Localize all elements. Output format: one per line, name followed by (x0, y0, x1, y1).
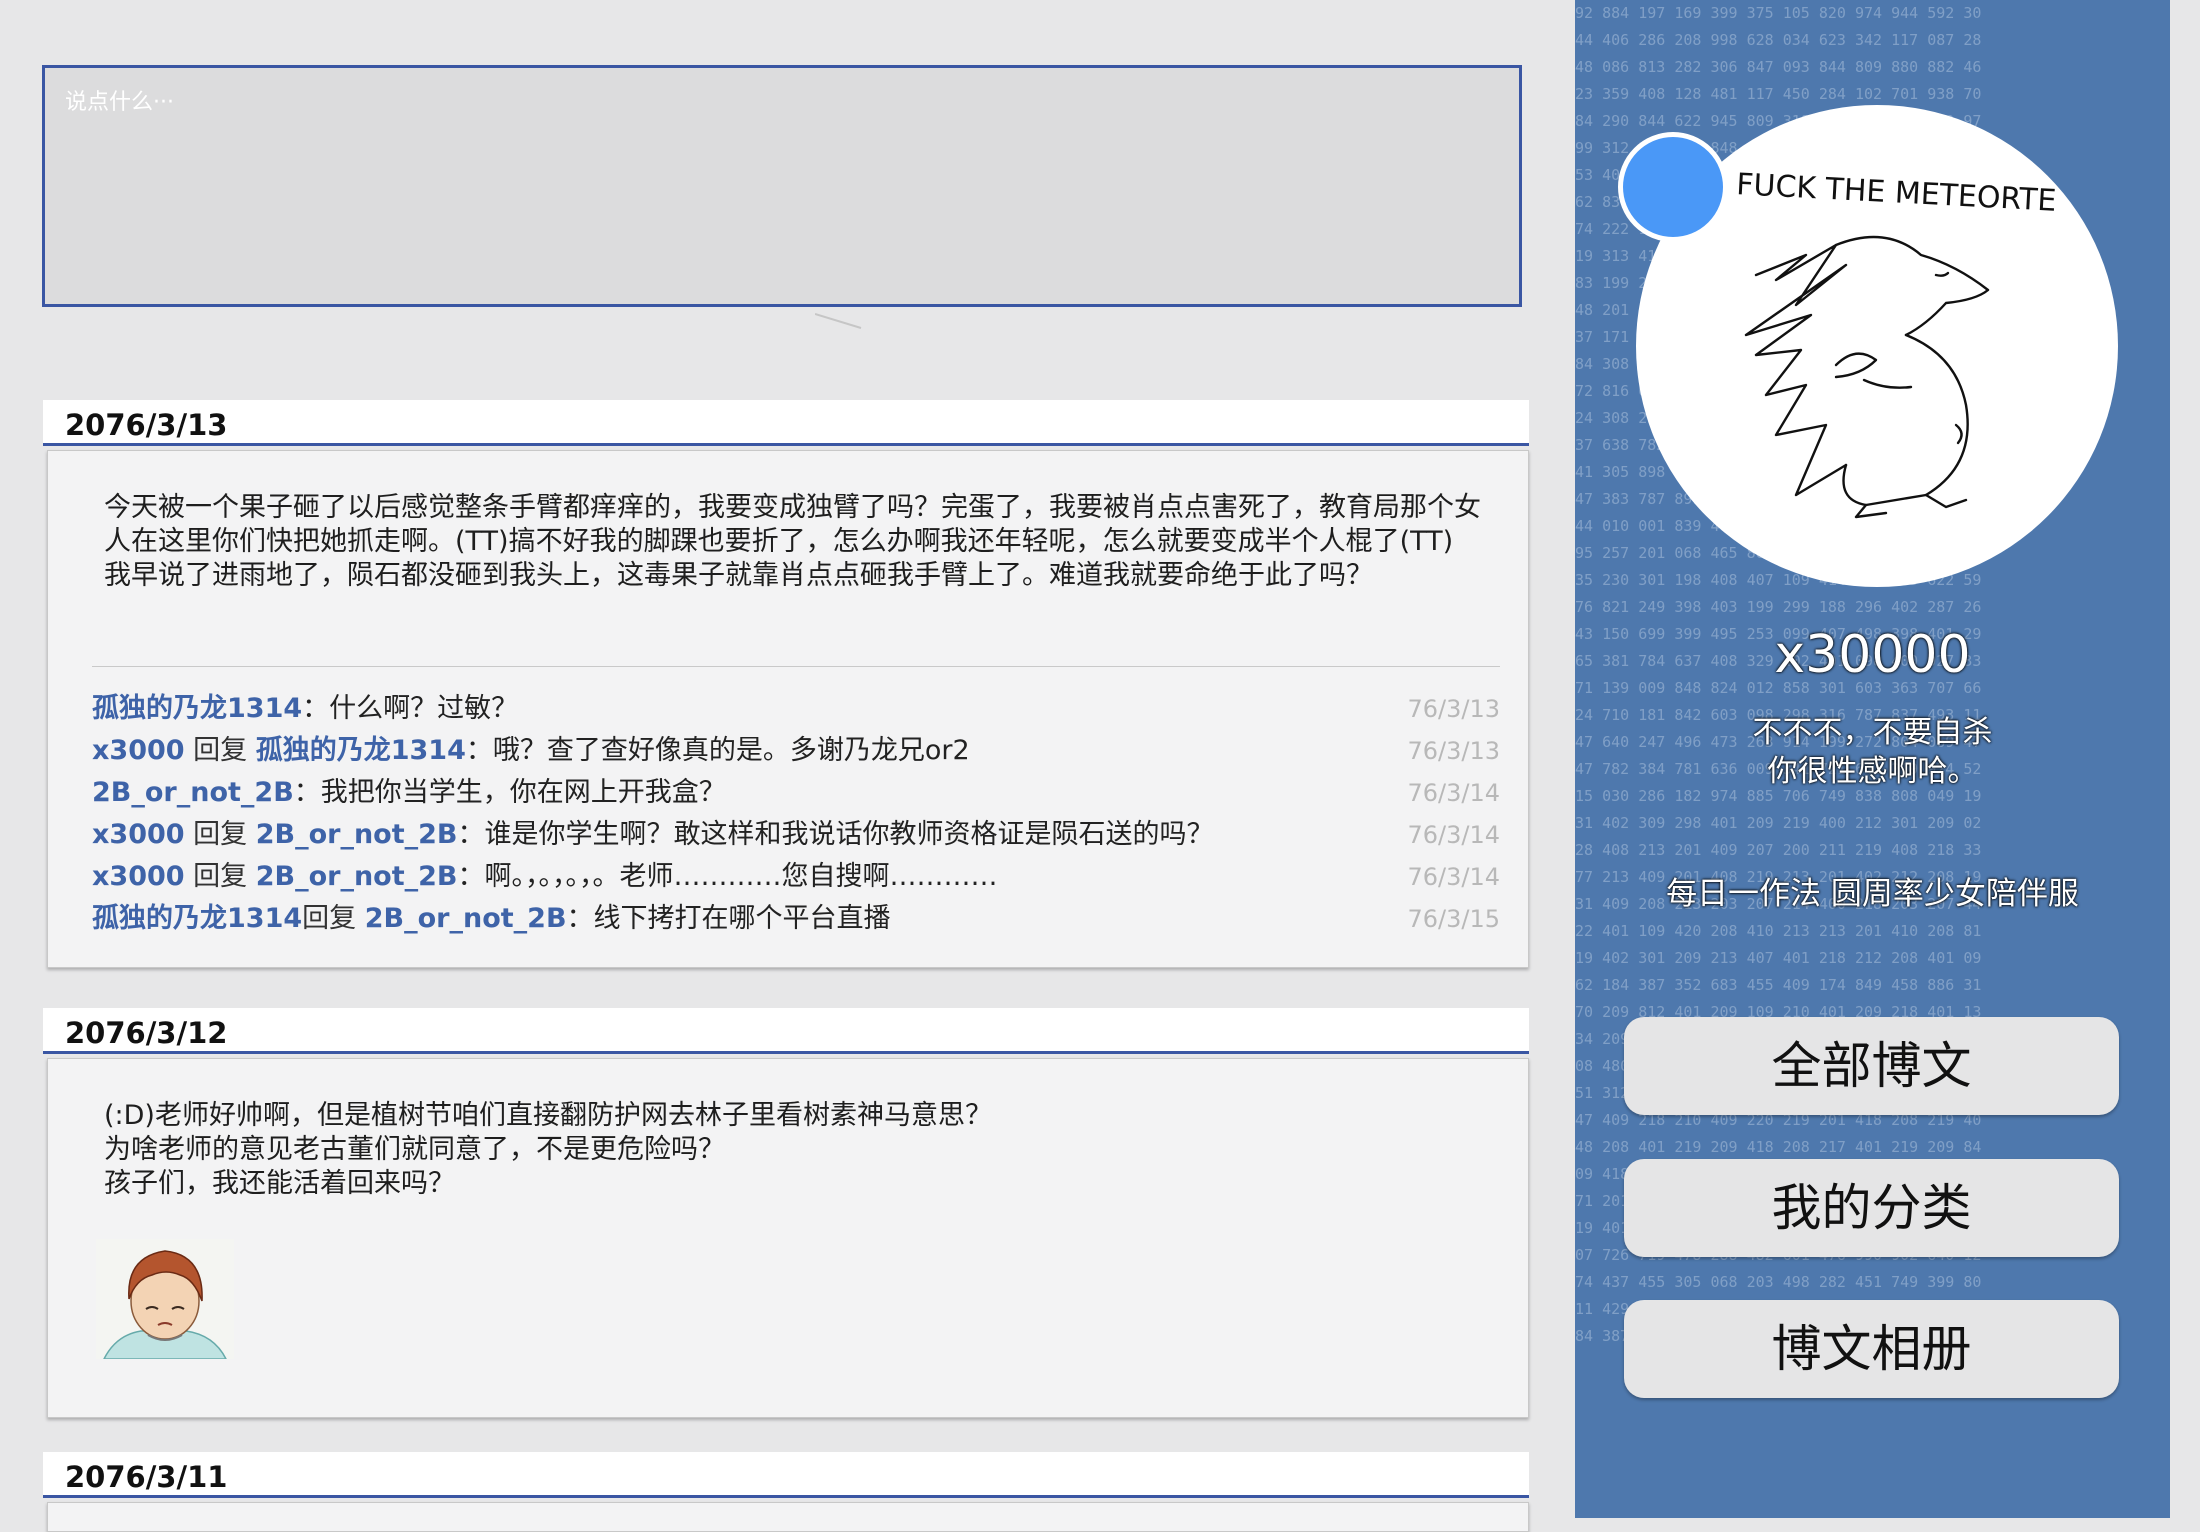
reply-label: 回复 (184, 819, 256, 850)
comment-date: 76/3/15 (1407, 905, 1500, 933)
reply-label: 回复 (184, 735, 256, 766)
profile-username: x30000 (1774, 625, 1971, 685)
comment-text: ：线下拷打在哪个平台直播 (566, 903, 891, 934)
entry-body: (:D)老师好帅啊，但是植树节咱们直接翻防护网去林子里看树素神马意思？ 为啥老师… (47, 1058, 1529, 1418)
comment-date: 76/3/14 (1407, 821, 1500, 849)
comment-item: 孤独的乃龙1314：什么啊？过敏？ 76/3/13 (92, 688, 1500, 730)
profile-tagline: 每日一作法 圆周率少女陪伴服 (1666, 876, 2079, 912)
entry-text: (:D)老师好帅啊，但是植树节咱们直接翻防护网去林子里看树素神马意思？ 为啥老师… (104, 1099, 1484, 1201)
comments-divider (92, 666, 1500, 667)
entry-body: 今天被一个果子砸了以后感觉整条手臂都痒痒的，我要变成独臂了吗？完蛋了，我要被肖点… (47, 450, 1529, 968)
entry-body (47, 1502, 1529, 1532)
nav-categories-button[interactable]: 我的分类 (1624, 1159, 2119, 1257)
entry-paragraph: 我早说了进雨地了，陨石都没砸到我头上，这毒果子就靠肖点点砸我手臂上了。难道我就要… (104, 560, 1373, 591)
comment-item: x3000 回复 2B_or_not_2B：谁是你学生啊？敢这样和我说话你教师资… (92, 814, 1500, 856)
comment-text: ：哦？查了查好像真的是。多谢乃龙兄or2 (465, 735, 970, 766)
comment-text: ：我把你当学生，你在网上开我盒？ (293, 777, 726, 808)
reply-target-link[interactable]: 孤独的乃龙1314 (256, 735, 466, 766)
entry-paragraph: 为啥老师的意见老古董们就同意了，不是更危险吗？ (104, 1134, 725, 1165)
reply-target-link[interactable]: 2B_or_not_2B (256, 861, 458, 892)
comment-item: x3000 回复 2B_or_not_2B：啊。，。，。，。老师…………您自搜啊… (92, 856, 1500, 898)
comment-date: 76/3/13 (1407, 695, 1500, 723)
comment-date: 76/3/14 (1407, 779, 1500, 807)
nav-all-posts-button[interactable]: 全部博文 (1624, 1017, 2119, 1115)
comment-author-link[interactable]: x3000 (92, 735, 185, 766)
reply-target-link[interactable]: 2B_or_not_2B (256, 819, 458, 850)
comment-author-link[interactable]: 孤独的乃龙1314 (92, 693, 302, 724)
main-column: 2076/3/13 今天被一个果子砸了以后感觉整条手臂都痒痒的，我要变成独臂了吗… (0, 0, 1575, 1532)
profile-motto-line: 你很性感啊哈。 (1767, 754, 1978, 789)
entry-header: 2076/3/11 (43, 1452, 1529, 1498)
profile-motto: 不不不，不要自杀 你很性感啊哈。 (1575, 713, 2170, 791)
entry-header: 2076/3/13 (43, 400, 1529, 446)
entry-date: 2076/3/13 (65, 408, 228, 442)
entry-paragraph: 今天被一个果子砸了以后感觉整条手臂都痒痒的，我要变成独臂了吗？完蛋了，我要被肖点… (104, 492, 1481, 557)
profile-motto-line: 不不不，不要自杀 (1752, 715, 1993, 750)
comment-text: ：什么啊？过敏？ (302, 693, 519, 724)
entry-paragraph: (:D)老师好帅啊，但是植树节咱们直接翻防护网去林子里看树素神马意思？ (104, 1100, 992, 1131)
comment-list: 孤独的乃龙1314：什么啊？过敏？ 76/3/13 x3000 回复 孤独的乃龙… (92, 688, 1500, 940)
page-right-edge (2170, 0, 2200, 1518)
entry-date: 2076/3/12 (65, 1016, 228, 1050)
comment-item: x3000 回复 孤独的乃龙1314：哦？查了查好像真的是。多谢乃龙兄or2 7… (92, 730, 1500, 772)
comment-text: ：啊。，。，。，。老师…………您自搜啊………… (457, 861, 998, 892)
nav-album-button[interactable]: 博文相册 (1624, 1300, 2119, 1398)
entry-text: 今天被一个果子砸了以后感觉整条手臂都痒痒的，我要变成独臂了吗？完蛋了，我要被肖点… (104, 491, 1484, 593)
entry-image-thumbnail[interactable] (96, 1239, 234, 1359)
entry-date: 2076/3/11 (65, 1460, 228, 1494)
avatar-caption: FUCK THE METEORTE (1735, 167, 2057, 219)
reply-label: 回复 (184, 861, 256, 892)
comment-item: 孤独的乃龙1314回复 2B_or_not_2B：线下拷打在哪个平台直播 76/… (92, 898, 1500, 940)
reply-target-link[interactable]: 2B_or_not_2B (365, 903, 567, 934)
comment-item: 2B_or_not_2B：我把你当学生，你在网上开我盒？ 76/3/14 (92, 772, 1500, 814)
entry-header: 2076/3/12 (43, 1008, 1529, 1054)
comment-date: 76/3/14 (1407, 863, 1500, 891)
comment-author-link[interactable]: x3000 (92, 819, 185, 850)
reply-label: 回复 (302, 903, 365, 934)
comment-author-link[interactable]: 2B_or_not_2B (92, 777, 294, 808)
online-status-icon (1618, 132, 1728, 242)
composer-input[interactable] (45, 68, 1519, 304)
entry-paragraph: 孩子们，我还能活着回来吗？ (104, 1168, 455, 1199)
comment-author-link[interactable]: 孤独的乃龙1314 (92, 903, 302, 934)
composer-tail (815, 313, 862, 329)
composer-box[interactable] (42, 65, 1522, 307)
comment-date: 76/3/13 (1407, 737, 1500, 765)
comment-text: ：谁是你学生啊？敢这样和我说话你教师资格证是陨石送的吗？ (457, 819, 1214, 850)
comment-author-link[interactable]: x3000 (92, 861, 185, 892)
